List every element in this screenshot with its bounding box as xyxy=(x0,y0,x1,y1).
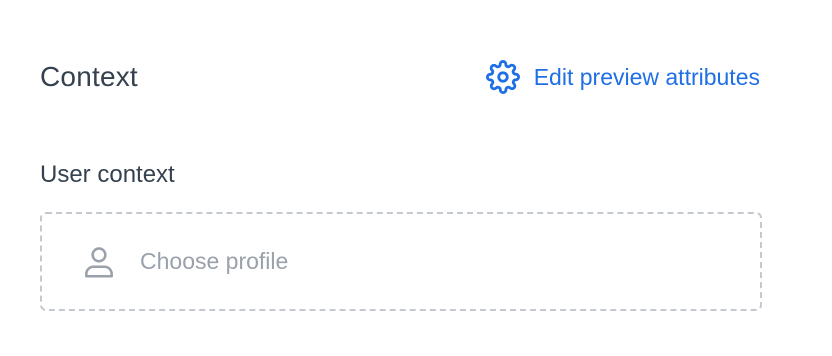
user-context-label: User context xyxy=(40,161,175,188)
context-header: Context Edit preview attributes xyxy=(40,56,762,98)
choose-profile-placeholder: Choose profile xyxy=(140,248,289,274)
edit-link-label: Edit preview attributes xyxy=(533,63,760,90)
choose-profile-dropzone[interactable]: Choose profile xyxy=(40,212,762,311)
gear-icon xyxy=(485,60,520,94)
edit-preview-attributes-link[interactable]: Edit preview attributes xyxy=(485,60,760,94)
context-panel: Context Edit preview attributes User con… xyxy=(0,0,832,356)
user-icon xyxy=(42,243,118,281)
section-title: Context xyxy=(40,61,138,92)
